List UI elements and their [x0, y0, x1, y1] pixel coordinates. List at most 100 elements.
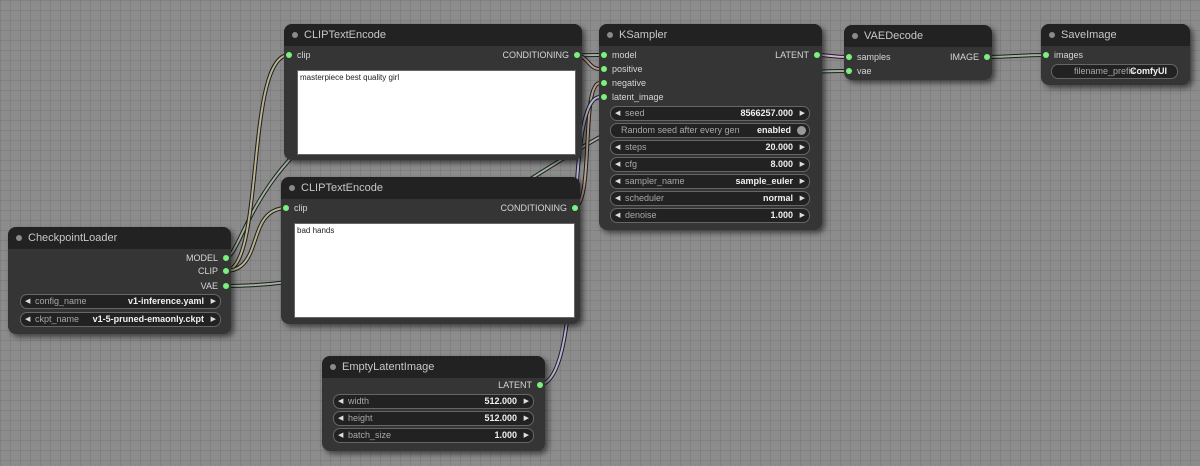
arrow-right-icon[interactable]: ▶: [800, 158, 805, 171]
link-image-to-save[interactable]: [983, 53, 1048, 59]
clip-text-encode-positive-node[interactable]: CLIPTextEncode clip CONDITIONING masterp…: [284, 24, 582, 160]
sampler-name-combo[interactable]: ◀ sampler_name sample_euler ▶: [610, 174, 810, 189]
output-pin-icon[interactable]: [814, 52, 820, 58]
random-seed-toggle[interactable]: Random seed after every gen enabled: [610, 123, 810, 138]
arrow-right-icon[interactable]: ▶: [524, 395, 529, 408]
width-number-widget[interactable]: ◀ width 512.000 ▶: [333, 394, 534, 409]
collapse-dot-icon[interactable]: [289, 185, 295, 191]
input-pin-icon[interactable]: [846, 54, 852, 60]
arrow-left-icon[interactable]: ◀: [25, 295, 30, 308]
output-pin-icon[interactable]: [572, 205, 578, 211]
output-slot-model[interactable]: MODEL: [98, 251, 231, 265]
arrow-left-icon[interactable]: ◀: [615, 175, 620, 188]
collapse-dot-icon[interactable]: [607, 32, 613, 38]
collapse-dot-icon[interactable]: [330, 364, 336, 370]
input-slot-positive[interactable]: positive: [599, 62, 712, 76]
input-pin-icon[interactable]: [286, 52, 292, 58]
arrow-left-icon[interactable]: ◀: [338, 412, 343, 425]
ksampler-node[interactable]: KSampler model positive negative latent_…: [599, 24, 822, 230]
collapse-dot-icon[interactable]: [1049, 32, 1055, 38]
arrow-right-icon[interactable]: ▶: [800, 209, 805, 222]
input-pin-icon[interactable]: [601, 94, 607, 100]
input-slot-negative[interactable]: negative: [599, 76, 712, 90]
input-pin-icon[interactable]: [601, 52, 607, 58]
collapse-dot-icon[interactable]: [852, 33, 858, 39]
arrow-left-icon[interactable]: ◀: [25, 313, 30, 326]
input-slot-latent-image[interactable]: latent_image: [599, 90, 712, 104]
node-title: KSampler: [619, 29, 668, 41]
input-pin-icon[interactable]: [601, 80, 607, 86]
output-pin-icon[interactable]: [537, 382, 543, 388]
batch-size-number-widget[interactable]: ◀ batch_size 1.000 ▶: [333, 428, 534, 443]
arrow-left-icon[interactable]: ◀: [615, 141, 620, 154]
output-pin-icon[interactable]: [574, 52, 580, 58]
output-pin-icon[interactable]: [223, 268, 229, 274]
height-number-widget[interactable]: ◀ height 512.000 ▶: [333, 411, 534, 426]
arrow-left-icon[interactable]: ◀: [338, 395, 343, 408]
input-slot-images[interactable]: images: [1041, 48, 1134, 62]
node-title-bar[interactable]: CLIPTextEncode: [281, 177, 580, 199]
prompt-textarea[interactable]: masterpiece best quality girl: [297, 70, 576, 155]
input-pin-icon[interactable]: [601, 66, 607, 72]
arrow-right-icon[interactable]: ▶: [800, 141, 805, 154]
scheduler-combo[interactable]: ◀ scheduler normal ▶: [610, 191, 810, 206]
node-title: CLIPTextEncode: [304, 29, 386, 41]
arrow-right-icon[interactable]: ▶: [211, 313, 216, 326]
arrow-right-icon[interactable]: ▶: [211, 295, 216, 308]
filename-prefix-field[interactable]: filename_prefix ComfyUI: [1051, 64, 1178, 79]
arrow-left-icon[interactable]: ◀: [615, 192, 620, 205]
node-title-bar[interactable]: CLIPTextEncode: [284, 24, 582, 46]
seed-number-widget[interactable]: ◀ seed 8566257.000 ▶: [610, 106, 810, 121]
output-slot-clip[interactable]: CLIP: [98, 264, 231, 278]
arrow-right-icon[interactable]: ▶: [524, 429, 529, 442]
input-pin-icon[interactable]: [283, 205, 289, 211]
node-title-bar[interactable]: EmptyLatentImage: [322, 356, 545, 378]
output-pin-icon[interactable]: [223, 283, 229, 289]
arrow-right-icon[interactable]: ▶: [800, 175, 805, 188]
input-slot-model[interactable]: model: [599, 48, 712, 62]
output-slot-latent[interactable]: LATENT: [432, 378, 545, 392]
node-title-bar[interactable]: KSampler: [599, 24, 822, 46]
output-slot-latent[interactable]: LATENT: [709, 48, 822, 62]
arrow-left-icon[interactable]: ◀: [338, 429, 343, 442]
clip-text-encode-negative-node[interactable]: CLIPTextEncode clip CONDITIONING bad han…: [281, 177, 580, 324]
toggle-knob-icon[interactable]: [797, 126, 806, 135]
collapse-dot-icon[interactable]: [16, 235, 22, 241]
arrow-left-icon[interactable]: ◀: [615, 158, 620, 171]
prompt-textarea[interactable]: bad hands: [294, 223, 575, 318]
empty-latent-image-node[interactable]: EmptyLatentImage LATENT ◀ width 512.000 …: [322, 356, 545, 451]
input-pin-icon[interactable]: [1043, 52, 1049, 58]
arrow-left-icon[interactable]: ◀: [615, 107, 620, 120]
vae-decode-node[interactable]: VAEDecode samples vae IMAGE: [844, 25, 992, 80]
save-image-node[interactable]: SaveImage images filename_prefix ComfyUI: [1041, 24, 1190, 85]
input-slot-vae[interactable]: vae: [844, 64, 927, 78]
arrow-left-icon[interactable]: ◀: [615, 209, 620, 222]
collapse-dot-icon[interactable]: [292, 32, 298, 38]
input-pin-icon[interactable]: [846, 68, 852, 74]
arrow-right-icon[interactable]: ▶: [800, 107, 805, 120]
node-title: SaveImage: [1061, 29, 1117, 41]
denoise-number-widget[interactable]: ◀ denoise 1.000 ▶: [610, 208, 810, 223]
link-clip-to-negative-encoder[interactable]: [223, 206, 289, 273]
node-title: CheckpointLoader: [28, 232, 118, 244]
cfg-number-widget[interactable]: ◀ cfg 8.000 ▶: [610, 157, 810, 172]
node-title-bar[interactable]: SaveImage: [1041, 24, 1190, 46]
ckpt-name-combo[interactable]: ◀ ckpt_name v1-5-pruned-emaonly.ckpt ▶: [20, 312, 221, 327]
input-slot-clip[interactable]: clip: [284, 48, 397, 62]
output-slot-vae[interactable]: VAE: [98, 279, 231, 293]
output-slot-conditioning[interactable]: CONDITIONING: [419, 48, 582, 62]
arrow-right-icon[interactable]: ▶: [524, 412, 529, 425]
output-slot-image[interactable]: IMAGE: [909, 50, 992, 64]
steps-number-widget[interactable]: ◀ steps 20.000 ▶: [610, 140, 810, 155]
checkpoint-loader-node[interactable]: CheckpointLoader MODEL CLIP VAE ◀ config…: [8, 227, 231, 334]
node-title: EmptyLatentImage: [342, 361, 435, 373]
arrow-right-icon[interactable]: ▶: [800, 192, 805, 205]
node-title-bar[interactable]: VAEDecode: [844, 25, 992, 47]
output-pin-icon[interactable]: [223, 255, 229, 261]
node-title: CLIPTextEncode: [301, 182, 383, 194]
node-title-bar[interactable]: CheckpointLoader: [8, 227, 231, 249]
output-pin-icon[interactable]: [984, 54, 990, 60]
output-slot-conditioning[interactable]: CONDITIONING: [417, 201, 580, 215]
config-name-combo[interactable]: ◀ config_name v1-inference.yaml ▶: [20, 294, 221, 309]
input-slot-clip[interactable]: clip: [281, 201, 394, 215]
